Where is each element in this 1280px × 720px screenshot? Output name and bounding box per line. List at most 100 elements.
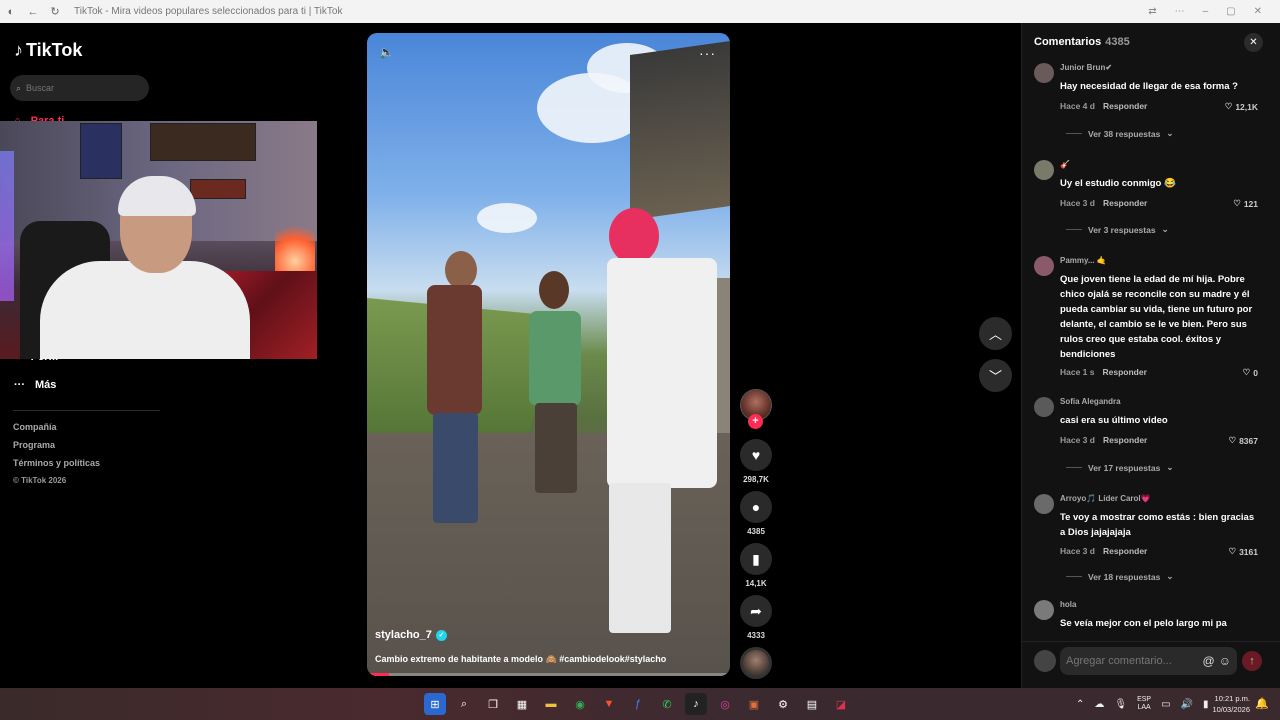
- chrome-icon[interactable]: ◉: [569, 693, 591, 715]
- instagram-icon[interactable]: ◎: [714, 693, 736, 715]
- back-icon[interactable]: ←: [22, 6, 44, 18]
- comment-user[interactable]: Junior Brun✔: [1060, 63, 1112, 72]
- heart-outline-icon: ♡: [1242, 367, 1251, 377]
- video-author[interactable]: stylacho_7 ✓: [375, 629, 447, 641]
- like-button[interactable]: ♥: [740, 439, 772, 471]
- menu-dots-icon[interactable]: ⋯: [1175, 6, 1185, 17]
- share-button[interactable]: ➦: [740, 595, 772, 627]
- heart-icon: ♥: [751, 447, 761, 463]
- office-icon[interactable]: ▣: [743, 693, 765, 715]
- reload-icon[interactable]: ↻: [44, 5, 66, 18]
- comments-panel: Comentarios 4385 ✕ Junior Brun✔ Hay nece…: [1021, 23, 1280, 688]
- network-icon[interactable]: ▭: [1161, 699, 1170, 710]
- reply-button[interactable]: Responder: [1103, 101, 1147, 111]
- heart-outline-icon: ♡: [1233, 198, 1241, 208]
- send-comment-button[interactable]: ↑: [1242, 651, 1262, 671]
- taskbar-search-icon[interactable]: ⌕: [453, 693, 475, 715]
- store-icon[interactable]: ▦: [511, 693, 533, 715]
- comment-button[interactable]: ●: [740, 491, 772, 523]
- close-comments-button[interactable]: ✕: [1244, 33, 1263, 52]
- comment-count: 4385: [747, 527, 765, 536]
- volume-tray-icon[interactable]: 🔊: [1181, 699, 1193, 710]
- comment-like[interactable]: ♡ 121: [1233, 198, 1258, 209]
- comment-meta: Hace 4 d Responder: [1060, 101, 1147, 111]
- tiktok-app-icon[interactable]: ♪: [685, 693, 707, 715]
- close-window-icon[interactable]: ✕: [1254, 6, 1262, 17]
- video-more-icon[interactable]: ···: [699, 45, 716, 61]
- task-view-icon[interactable]: ❐: [482, 693, 504, 715]
- avatar[interactable]: [1034, 160, 1054, 180]
- reply-button[interactable]: Responder: [1103, 367, 1147, 377]
- comment-user[interactable]: Arroyo🎵 Líder Carol💗: [1060, 494, 1151, 503]
- emoji-icon[interactable]: ☺: [1219, 654, 1231, 668]
- mention-icon[interactable]: @: [1203, 654, 1215, 668]
- brave-icon[interactable]: ▼: [598, 693, 620, 715]
- tiktok-logo[interactable]: ♪ TikTok: [14, 40, 82, 61]
- comment-like-count: 121: [1243, 198, 1258, 209]
- view-replies-button[interactable]: Ver 18 respuestas ⌄: [1066, 571, 1173, 582]
- video-player[interactable]: 🔈 ··· stylacho_7 ✓ Cambio extremo de hab…: [367, 33, 730, 676]
- footer-link-program[interactable]: Programa: [13, 440, 55, 450]
- comment-input-box[interactable]: @ ☺: [1060, 647, 1237, 675]
- microphone-icon[interactable]: 🎙: [1114, 699, 1127, 710]
- reply-button[interactable]: Responder: [1103, 546, 1147, 556]
- whatsapp-icon[interactable]: ✆: [656, 693, 678, 715]
- windows-start-icon[interactable]: ⊞: [424, 693, 446, 715]
- follow-plus-icon[interactable]: +: [748, 414, 763, 429]
- avatar[interactable]: [1034, 600, 1054, 620]
- view-replies-button[interactable]: Ver 17 respuestas ⌄: [1066, 462, 1173, 473]
- comment-user[interactable]: Pammy... 🤙: [1060, 256, 1107, 265]
- avatar[interactable]: [1034, 256, 1054, 276]
- view-replies-label: Ver 18 respuestas: [1088, 571, 1161, 582]
- search-icon: ⌕: [16, 82, 22, 93]
- chevron-up-icon[interactable]: ⌃: [1076, 699, 1084, 710]
- comment-user[interactable]: Sofía Alegandra: [1060, 397, 1121, 406]
- search-box[interactable]: ⌕: [10, 75, 149, 101]
- footer-link-terms[interactable]: Términos y políticas: [13, 458, 100, 468]
- app-icon[interactable]: ◪: [830, 693, 852, 715]
- file-explorer-icon[interactable]: ▬: [540, 693, 562, 715]
- share-arrow-icon: ➦: [750, 602, 762, 619]
- reply-button[interactable]: Responder: [1103, 198, 1147, 208]
- avatar[interactable]: [1034, 397, 1054, 417]
- comment-time: Hace 3 d: [1060, 546, 1095, 556]
- avatar[interactable]: [1034, 494, 1054, 514]
- comment-user[interactable]: 🎸: [1060, 160, 1070, 169]
- view-replies-button[interactable]: Ver 38 respuestas ⌄: [1066, 128, 1173, 139]
- footer-link-company[interactable]: Compañía: [13, 422, 57, 432]
- heart-outline-icon: ♡: [1228, 546, 1237, 556]
- volume-icon[interactable]: 🔈: [379, 45, 394, 59]
- nav-item-more[interactable]: ··· Más: [14, 379, 56, 391]
- chevron-down-icon: ⌄: [1166, 571, 1174, 581]
- comments-title: Comentarios: [1034, 36, 1102, 48]
- avatar: [1034, 650, 1056, 672]
- next-video-button[interactable]: ﹀: [979, 359, 1012, 392]
- settings-icon[interactable]: ⚙: [772, 693, 794, 715]
- comment-like-count: 3161: [1239, 546, 1258, 557]
- notification-bell-icon[interactable]: 🔔: [1255, 697, 1269, 710]
- comment-input[interactable]: [1066, 655, 1199, 667]
- system-tray: ⌃ ☁ 🎙 ESP LAA ▭ 🔊 ▮: [1076, 696, 1209, 712]
- previous-video-button[interactable]: ︿: [979, 317, 1012, 350]
- avatar[interactable]: [1034, 63, 1054, 83]
- save-button[interactable]: ▮: [740, 543, 772, 575]
- maximize-icon[interactable]: ▢: [1226, 6, 1235, 17]
- view-replies-button[interactable]: Ver 3 respuestas ⌄: [1066, 224, 1169, 235]
- comment-like[interactable]: ♡ 3161: [1228, 546, 1258, 557]
- translate-icon[interactable]: ⇄: [1148, 6, 1156, 17]
- media-icon[interactable]: ▤: [801, 693, 823, 715]
- comment-like[interactable]: ♡ 8367: [1228, 435, 1258, 446]
- comment-like[interactable]: ♡ 0: [1243, 367, 1258, 378]
- comment-text: Uy el estudio conmigo 😂: [1060, 178, 1176, 189]
- comment-user[interactable]: hola: [1060, 600, 1076, 609]
- reply-button[interactable]: Responder: [1103, 435, 1147, 445]
- video-progress-bar[interactable]: [367, 673, 730, 676]
- language-indicator[interactable]: ESP LAA: [1137, 696, 1151, 712]
- search-input[interactable]: [26, 83, 127, 93]
- cloud-icon[interactable]: ☁: [1094, 699, 1104, 710]
- facebook-icon[interactable]: ƒ: [627, 693, 649, 715]
- clock[interactable]: 10:21 p.m. 10/03/2026: [1202, 693, 1250, 715]
- music-disc-icon[interactable]: [740, 647, 772, 679]
- minimize-icon[interactable]: –: [1203, 6, 1209, 17]
- comment-like[interactable]: ♡ 12,1K: [1225, 101, 1258, 112]
